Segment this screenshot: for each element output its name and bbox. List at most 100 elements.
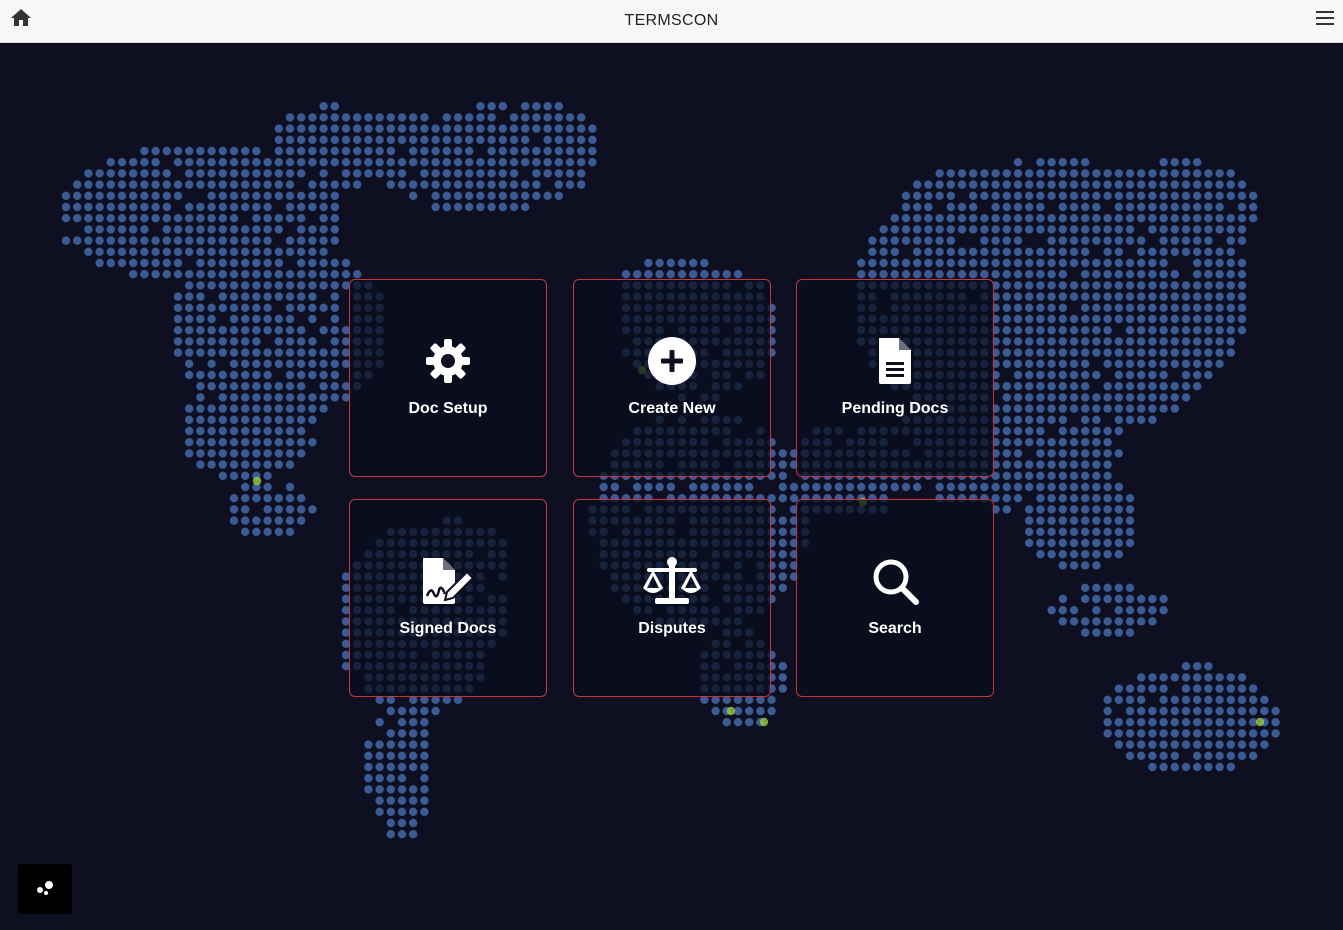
map-dot bbox=[1125, 628, 1135, 637]
map-dot bbox=[274, 393, 283, 402]
map-dot bbox=[1036, 494, 1045, 503]
map-dot bbox=[946, 247, 955, 256]
map-dot bbox=[1148, 673, 1157, 682]
map-dot bbox=[129, 225, 138, 234]
map-dot bbox=[285, 415, 295, 424]
map-dot bbox=[129, 258, 138, 268]
map-dot bbox=[509, 202, 519, 212]
map-dot bbox=[1025, 314, 1034, 324]
map-dot bbox=[61, 191, 71, 200]
map-dot bbox=[1103, 438, 1112, 447]
map-dot bbox=[890, 258, 899, 268]
map-dot bbox=[913, 180, 922, 189]
map-dot bbox=[252, 370, 261, 380]
map-dot bbox=[1137, 382, 1146, 391]
map-dot bbox=[207, 158, 216, 167]
doc-setup-tile[interactable]: Doc Setup bbox=[349, 279, 547, 477]
signed-docs-tile[interactable]: Signed Docs bbox=[349, 499, 547, 697]
map-dot bbox=[935, 482, 944, 492]
map-dot bbox=[1193, 718, 1202, 727]
map-dot bbox=[756, 706, 765, 716]
map-dot bbox=[588, 146, 597, 156]
map-dot bbox=[1092, 326, 1101, 335]
map-dot bbox=[319, 348, 328, 357]
map-dot bbox=[173, 314, 183, 324]
map-dot bbox=[173, 326, 183, 335]
map-dot bbox=[229, 202, 239, 212]
map-dot bbox=[117, 180, 127, 189]
map-dot bbox=[95, 180, 104, 189]
map-dot bbox=[263, 505, 272, 514]
map-dot bbox=[297, 370, 306, 380]
map-dot bbox=[1114, 527, 1124, 536]
map-dot bbox=[252, 146, 261, 156]
hamburger-menu-icon[interactable] bbox=[1313, 6, 1337, 30]
map-dot bbox=[1226, 337, 1236, 346]
map-dot bbox=[297, 348, 306, 357]
map-dot bbox=[218, 415, 227, 424]
map-dot bbox=[207, 314, 216, 324]
map-dot bbox=[1249, 214, 1258, 223]
map-dot bbox=[1081, 505, 1090, 514]
map-dot bbox=[1193, 348, 1202, 357]
map-dot bbox=[364, 113, 373, 122]
top-bar: TERMSCON bbox=[0, 0, 1343, 43]
map-dot bbox=[1103, 314, 1112, 324]
chat-button[interactable] bbox=[18, 864, 72, 914]
map-dot bbox=[1137, 326, 1146, 335]
map-dot bbox=[229, 449, 239, 458]
map-dot bbox=[241, 337, 250, 346]
map-dot bbox=[285, 214, 295, 223]
map-dot bbox=[1125, 270, 1135, 279]
map-dot bbox=[946, 169, 955, 178]
map-dot bbox=[1002, 270, 1011, 279]
map-dot bbox=[397, 718, 407, 727]
map-dot bbox=[1271, 718, 1280, 727]
map-dot bbox=[565, 169, 575, 178]
map-dot bbox=[308, 135, 317, 144]
map-dot bbox=[397, 124, 407, 133]
create-new-tile[interactable]: Create New bbox=[573, 279, 771, 477]
map-dot bbox=[73, 191, 82, 200]
disputes-tile[interactable]: Disputes bbox=[573, 499, 771, 697]
menu-button[interactable] bbox=[1313, 6, 1337, 30]
map-dot bbox=[151, 146, 160, 156]
map-dot bbox=[375, 762, 384, 772]
map-dot bbox=[84, 169, 93, 178]
map-dot bbox=[1081, 359, 1090, 368]
map-dot bbox=[1013, 169, 1023, 178]
map-dot bbox=[1181, 706, 1191, 716]
map-dot bbox=[218, 348, 227, 357]
map-dot bbox=[1013, 158, 1023, 167]
map-dot bbox=[1036, 538, 1045, 548]
map-dot bbox=[1125, 751, 1135, 760]
map-dot bbox=[1069, 426, 1079, 436]
pending-docs-tile[interactable]: Pending Docs bbox=[796, 279, 994, 477]
map-dot bbox=[341, 135, 351, 144]
map-dot bbox=[241, 449, 250, 458]
map-dot bbox=[957, 482, 967, 492]
map-dot bbox=[554, 158, 563, 167]
map-dot bbox=[1204, 706, 1213, 716]
map-dot bbox=[1159, 236, 1168, 245]
map-dot bbox=[274, 247, 283, 256]
map-dot bbox=[241, 404, 250, 413]
map-dot bbox=[364, 169, 373, 178]
map-dot bbox=[274, 426, 283, 436]
map-dot bbox=[274, 494, 283, 503]
map-dot bbox=[1181, 370, 1191, 380]
map-dot bbox=[1002, 494, 1011, 503]
map-dot bbox=[229, 191, 239, 200]
map-dot bbox=[1237, 214, 1247, 223]
map-dot bbox=[1103, 426, 1112, 436]
map-dot bbox=[285, 191, 295, 200]
map-dot bbox=[285, 303, 295, 312]
map-dot bbox=[1047, 415, 1056, 424]
map-dot bbox=[778, 550, 787, 559]
map-dot bbox=[1002, 258, 1011, 268]
search-tile[interactable]: Search bbox=[796, 499, 994, 697]
map-dot bbox=[1036, 225, 1045, 234]
map-dot bbox=[263, 180, 272, 189]
map-dot bbox=[868, 270, 877, 279]
map-dot bbox=[1069, 538, 1079, 548]
